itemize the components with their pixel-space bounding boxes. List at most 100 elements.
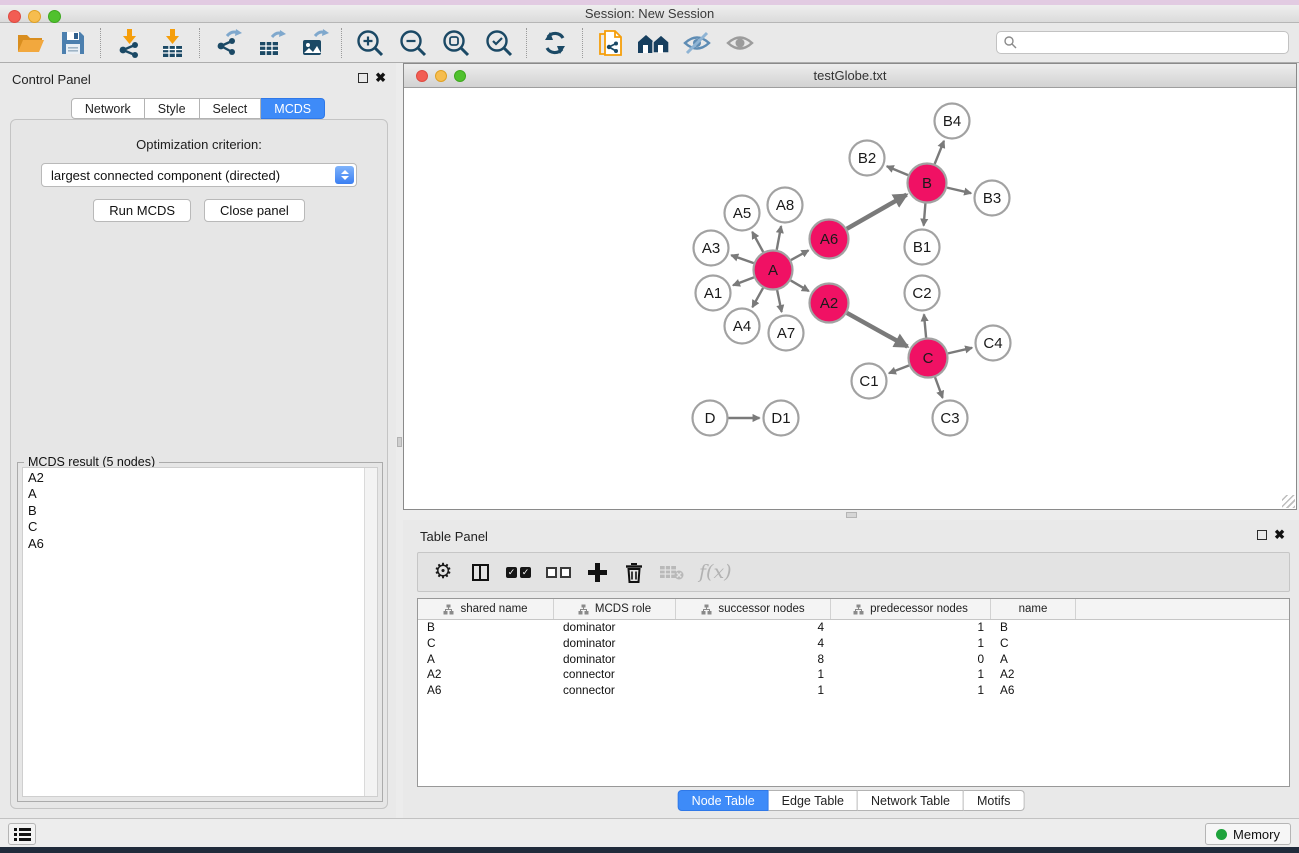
cell-shared-name[interactable]: C bbox=[418, 636, 554, 652]
column-header-name[interactable]: name bbox=[991, 599, 1076, 619]
cell-mcds-role[interactable]: dominator bbox=[554, 652, 676, 668]
result-item-a6[interactable]: A6 bbox=[23, 536, 377, 552]
apply-function-button[interactable]: f(x) bbox=[699, 559, 732, 585]
cell-name[interactable]: A2 bbox=[991, 667, 1076, 683]
float-panel-icon[interactable] bbox=[358, 73, 368, 83]
cell-successor-nodes[interactable]: 1 bbox=[676, 667, 831, 683]
open-session-button[interactable] bbox=[8, 25, 51, 61]
cell-name[interactable]: B bbox=[991, 620, 1076, 636]
tab-select[interactable]: Select bbox=[200, 98, 262, 119]
tab-node-table[interactable]: Node Table bbox=[678, 790, 769, 811]
cell-predecessor-nodes[interactable]: 1 bbox=[831, 636, 991, 652]
cell-predecessor-nodes[interactable]: 1 bbox=[831, 683, 991, 699]
graph-edge-C-C3[interactable] bbox=[935, 377, 943, 398]
column-header-predecessor-nodes[interactable]: predecessor nodes bbox=[831, 599, 991, 619]
cell-shared-name[interactable]: A6 bbox=[418, 683, 554, 699]
graph-edge-A-A6[interactable] bbox=[791, 250, 809, 260]
cell-successor-nodes[interactable]: 4 bbox=[676, 636, 831, 652]
cell-predecessor-nodes[interactable]: 0 bbox=[831, 652, 991, 668]
show-all-nodes-edges-button[interactable] bbox=[718, 25, 761, 61]
zoom-in-button[interactable] bbox=[348, 25, 391, 61]
window-resize-grip[interactable] bbox=[1282, 495, 1295, 508]
tab-edge-table[interactable]: Edge Table bbox=[769, 790, 858, 811]
graph-edge-A-A8[interactable] bbox=[777, 226, 781, 250]
add-column-button[interactable] bbox=[586, 559, 608, 585]
run-mcds-button[interactable]: Run MCDS bbox=[93, 199, 191, 222]
horizontal-split-handle[interactable] bbox=[846, 512, 857, 518]
split-panel-button[interactable] bbox=[469, 559, 491, 585]
cell-name[interactable]: A bbox=[991, 652, 1076, 668]
graph-edge-C-C4[interactable] bbox=[948, 348, 972, 354]
graph-edge-A-A5[interactable] bbox=[752, 232, 763, 252]
result-item-b[interactable]: B bbox=[23, 503, 377, 519]
graph-edge-C-C1[interactable] bbox=[889, 365, 909, 373]
cell-successor-nodes[interactable]: 1 bbox=[676, 683, 831, 699]
cell-shared-name[interactable]: A2 bbox=[418, 667, 554, 683]
graph-edge-B-B1[interactable] bbox=[924, 203, 926, 225]
table-row[interactable]: Bdominator41B bbox=[418, 620, 1289, 636]
tab-mcds[interactable]: MCDS bbox=[261, 98, 325, 119]
delete-table-button[interactable] bbox=[660, 559, 684, 585]
result-item-a[interactable]: A bbox=[23, 486, 377, 502]
tab-style[interactable]: Style bbox=[145, 98, 200, 119]
refresh-network-view-button[interactable] bbox=[533, 25, 576, 61]
toolbar-search-field[interactable] bbox=[996, 31, 1289, 54]
zoom-out-button[interactable] bbox=[391, 25, 434, 61]
cell-mcds-role[interactable]: dominator bbox=[554, 636, 676, 652]
cell-shared-name[interactable]: B bbox=[418, 620, 554, 636]
vertical-split-handle[interactable] bbox=[397, 437, 402, 447]
show-welcome-screen-button[interactable] bbox=[632, 25, 675, 61]
deselect-all-button[interactable] bbox=[546, 559, 571, 585]
float-panel-icon[interactable] bbox=[1257, 530, 1267, 540]
delete-columns-button[interactable] bbox=[623, 559, 645, 585]
close-panel-icon[interactable]: ✖ bbox=[375, 70, 386, 86]
column-header-mcds-role[interactable]: MCDS role bbox=[554, 599, 676, 619]
cell-successor-nodes[interactable]: 4 bbox=[676, 620, 831, 636]
cell-shared-name[interactable]: A bbox=[418, 652, 554, 668]
graph-edge-A-A3[interactable] bbox=[731, 255, 753, 263]
cell-predecessor-nodes[interactable]: 1 bbox=[831, 620, 991, 636]
memory-button[interactable]: Memory bbox=[1205, 823, 1291, 845]
result-item-c[interactable]: C bbox=[23, 519, 377, 535]
table-row[interactable]: Cdominator41C bbox=[418, 636, 1289, 652]
optimization-criterion-select[interactable]: largest connected component (directed) bbox=[41, 163, 357, 187]
network-canvas[interactable]: AA1A2A3A4A5A6A7A8BB1B2B3B4CC1C2C3C4DD1 bbox=[404, 88, 1296, 509]
result-item-a2[interactable]: A2 bbox=[23, 468, 377, 486]
cell-mcds-role[interactable]: connector bbox=[554, 683, 676, 699]
graph-edge-C-C2[interactable] bbox=[924, 314, 926, 337]
table-row[interactable]: A2connector11A2 bbox=[418, 667, 1289, 683]
graph-edge-B-B2[interactable] bbox=[887, 166, 908, 175]
table-row[interactable]: Adominator80A bbox=[418, 652, 1289, 668]
export-table-button[interactable] bbox=[249, 25, 292, 61]
export-network-button[interactable] bbox=[206, 25, 249, 61]
graph-edge-A-A4[interactable] bbox=[752, 288, 763, 307]
cell-successor-nodes[interactable]: 8 bbox=[676, 652, 831, 668]
table-row[interactable]: A6connector11A6 bbox=[418, 683, 1289, 699]
close-panel-icon[interactable]: ✖ bbox=[1274, 527, 1285, 543]
graph-edge-A-A7[interactable] bbox=[777, 290, 782, 312]
graph-edge-A6-B[interactable] bbox=[847, 195, 907, 229]
network-graph[interactable]: AA1A2A3A4A5A6A7A8BB1B2B3B4CC1C2C3C4DD1 bbox=[404, 88, 1296, 509]
zoom-selected-button[interactable] bbox=[477, 25, 520, 61]
table-settings-button[interactable]: ⚙ bbox=[432, 559, 454, 585]
cell-mcds-role[interactable]: connector bbox=[554, 667, 676, 683]
cell-name[interactable]: A6 bbox=[991, 683, 1076, 699]
cell-name[interactable]: C bbox=[991, 636, 1076, 652]
column-header-successor-nodes[interactable]: successor nodes bbox=[676, 599, 831, 619]
result-list-scrollbar[interactable] bbox=[364, 468, 377, 796]
export-image-button[interactable] bbox=[292, 25, 335, 61]
network-window-titlebar[interactable]: testGlobe.txt bbox=[404, 64, 1296, 88]
hide-selected-button[interactable] bbox=[675, 25, 718, 61]
save-session-button[interactable] bbox=[51, 25, 94, 61]
tab-network[interactable]: Network bbox=[71, 98, 145, 119]
close-panel-button[interactable]: Close panel bbox=[204, 199, 305, 222]
cell-predecessor-nodes[interactable]: 1 bbox=[831, 667, 991, 683]
graph-edge-B-B4[interactable] bbox=[935, 141, 944, 164]
column-header-shared-name[interactable]: shared name bbox=[418, 599, 554, 619]
search-input[interactable] bbox=[1022, 35, 1288, 51]
graph-edge-A-A1[interactable] bbox=[733, 277, 754, 285]
select-all-button[interactable]: ✓✓ bbox=[506, 559, 531, 585]
tab-motifs[interactable]: Motifs bbox=[964, 790, 1024, 811]
network-file-button[interactable] bbox=[589, 25, 632, 61]
graph-edge-B-B3[interactable] bbox=[947, 188, 971, 194]
